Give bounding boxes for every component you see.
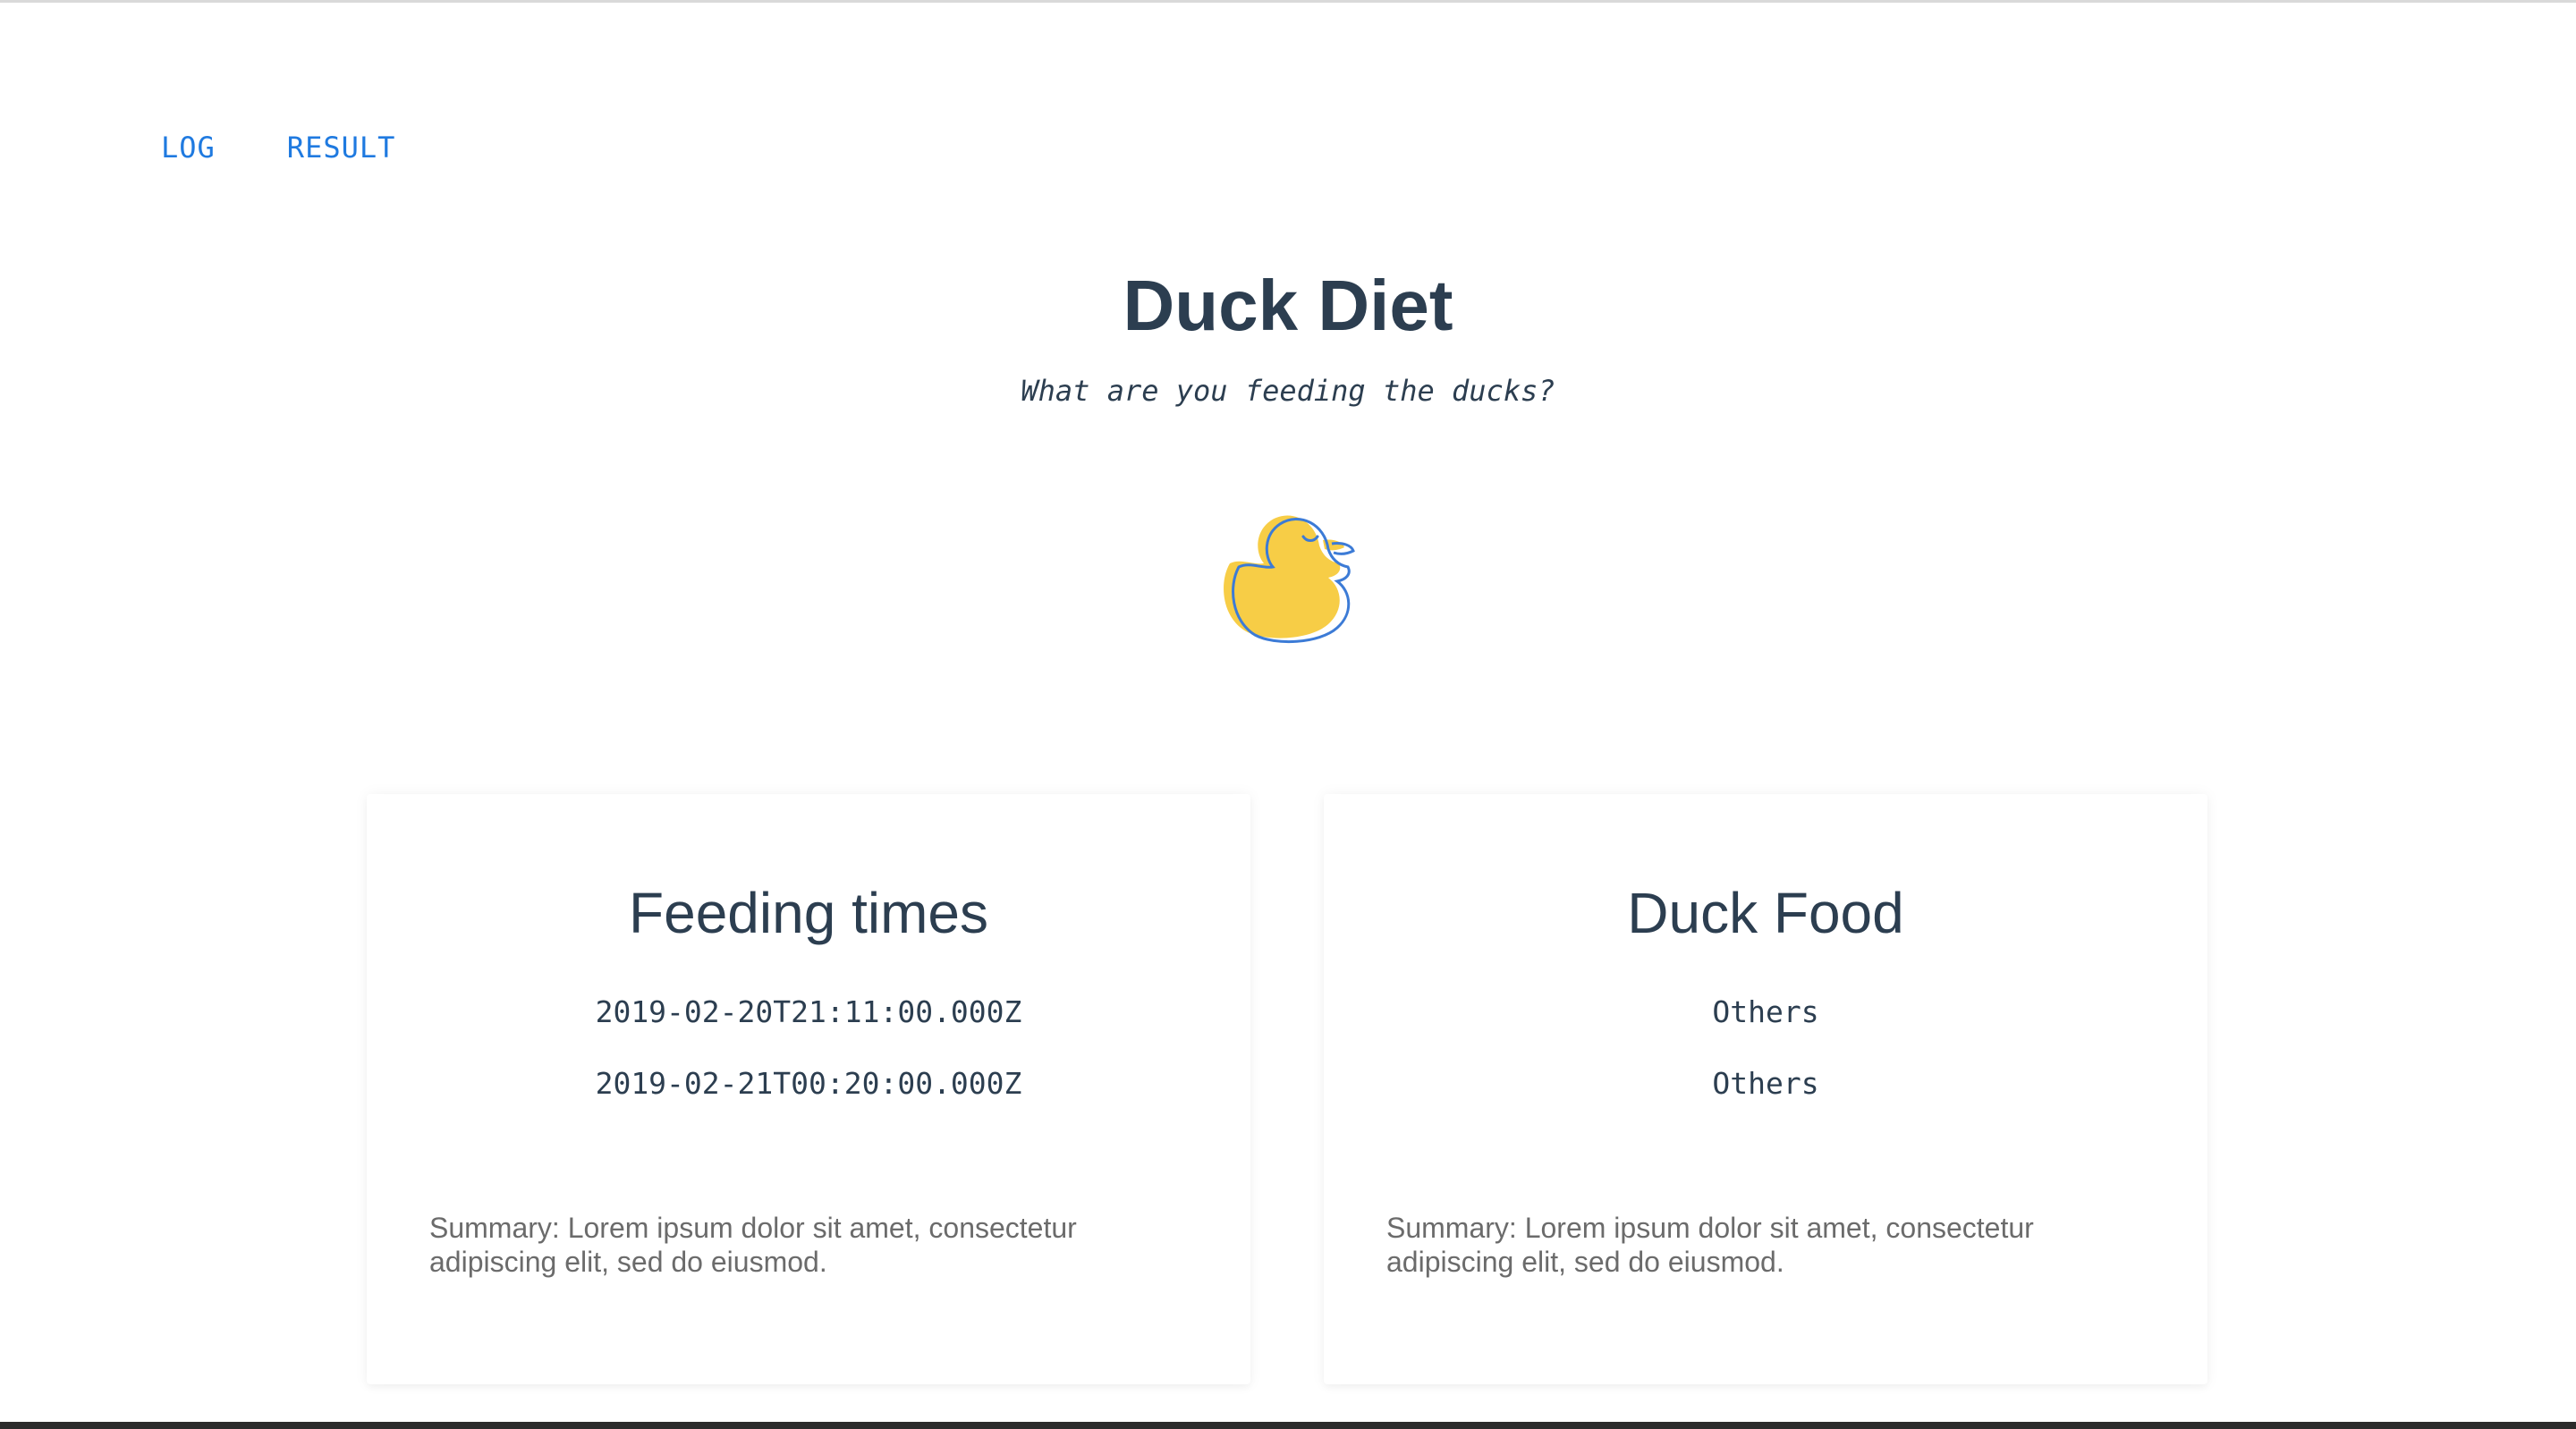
card-summary: Summary: Lorem ipsum dolor sit amet, con… <box>429 1212 1077 1278</box>
card-summary: Summary: Lorem ipsum dolor sit amet, con… <box>1386 1212 2034 1278</box>
window-bottom-edge <box>0 1422 2576 1429</box>
list-item: 2019-02-21T00:20:00.000Z <box>595 1066 1022 1101</box>
list-item: Others <box>1712 994 1819 1029</box>
card-title: Duck Food <box>1627 881 1904 945</box>
rubber-duck-icon <box>1224 515 1355 643</box>
feeding-times-list: 2019-02-20T21:11:00.000Z 2019-02-21T00:2… <box>367 994 1250 1137</box>
duck-food-list: Others Others <box>1324 994 2207 1137</box>
card-title: Feeding times <box>629 881 988 945</box>
list-item: 2019-02-20T21:11:00.000Z <box>595 994 1022 1029</box>
page-subtitle: What are you feeding the ducks? <box>1021 374 1555 408</box>
top-nav: LOG RESULT <box>161 131 395 165</box>
top-border <box>0 0 2576 3</box>
feeding-times-card: Feeding times 2019-02-20T21:11:00.000Z 2… <box>367 794 1250 1384</box>
nav-result-link[interactable]: RESULT <box>287 131 396 165</box>
list-item: Others <box>1712 1066 1819 1101</box>
duck-food-card: Duck Food Others Others Summary: Lorem i… <box>1324 794 2207 1384</box>
page-title: Duck Diet <box>1123 266 1453 345</box>
nav-log-link[interactable]: LOG <box>161 131 216 165</box>
